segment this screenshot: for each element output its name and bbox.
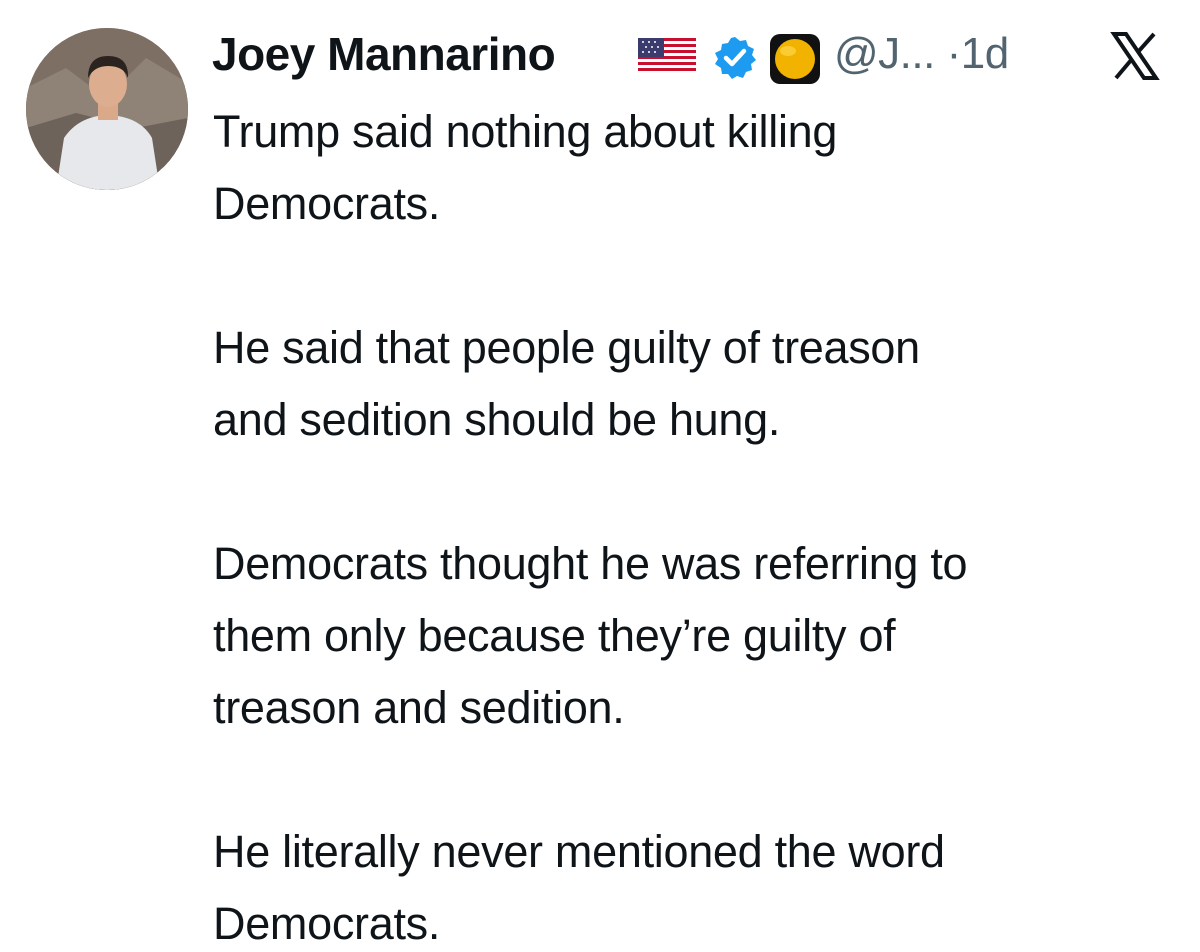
verified-badge-icon[interactable] [712, 35, 758, 81]
tweet-line: them only because they’re guilty of [213, 610, 896, 661]
affiliate-badge-icon[interactable] [768, 32, 822, 86]
tweet-line: Democrats. [213, 898, 441, 949]
tweet-card: Joey Mannarino @J... ·1d Trump said noth… [0, 0, 1200, 952]
tweet-header: Joey Mannarino @J... ·1d [212, 22, 1172, 86]
tweet-paragraph: Democrats thought he was referring to th… [213, 528, 1183, 744]
tweet-paragraph: He literally never mentioned the word De… [213, 816, 1183, 952]
tweet-line: Democrats. [213, 178, 441, 229]
x-logo-icon [1110, 32, 1160, 80]
tweet-text: Trump said nothing about killing Democra… [213, 96, 1183, 952]
tweet-paragraph: Trump said nothing about killing Democra… [213, 96, 1183, 240]
avatar-photo [26, 28, 188, 190]
tweet-line: Democrats thought he was referring to [213, 538, 968, 589]
author-handle-and-time[interactable]: @J... ·1d [834, 26, 1009, 82]
author-display-name[interactable]: Joey Mannarino [212, 26, 556, 82]
post-time[interactable]: 1d [961, 29, 1009, 78]
tweet-line: Trump said nothing about killing [213, 106, 838, 157]
tweet-paragraph: He said that people guilty of treason an… [213, 312, 1183, 456]
separator-dot: · [946, 29, 962, 78]
author-handle[interactable]: @J... [834, 29, 935, 78]
avatar[interactable] [26, 28, 188, 190]
tweet-line: and sedition should be hung. [213, 394, 781, 445]
us-flag-icon [638, 38, 696, 74]
tweet-line: He literally never mentioned the word [213, 826, 945, 877]
tweet-line: treason and sedition. [213, 682, 625, 733]
tweet-line: He said that people guilty of treason [213, 322, 920, 373]
